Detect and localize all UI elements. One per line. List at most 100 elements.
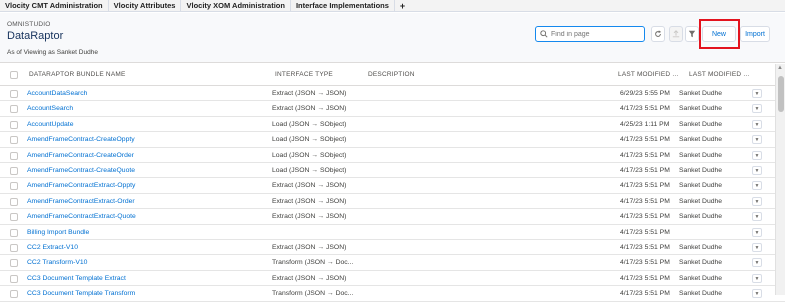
last-modified-cell: 4/25/23 1:11 PM	[620, 120, 670, 128]
last-modified-cell: 4/17/23 5:51 PM	[620, 244, 670, 251]
table-row[interactable]: AmendFrameContractExtract-Oppty Extract (…	[0, 178, 785, 194]
interface-type-cell: Extract (JSON → JSON)	[272, 105, 347, 113]
last-modified-by-cell: Sanket Dudhe	[679, 213, 723, 221]
row-checkbox[interactable]	[10, 244, 18, 252]
last-modified-cell: 4/17/23 5:51 PM	[620, 259, 670, 267]
row-checkbox[interactable]	[10, 213, 18, 222]
vertical-scrollbar[interactable]: ▲	[775, 64, 785, 295]
row-actions-chevron-down-icon[interactable]: ▼	[752, 104, 762, 114]
table-header: DATARAPTOR BUNDLE NAME INTERFACE TYPE DE…	[0, 64, 785, 86]
import-button[interactable]: Import	[740, 26, 770, 42]
table-row[interactable]: AccountUpdate Load (JSON → SObject) 4/25/2…	[0, 117, 785, 133]
row-actions-chevron-down-icon[interactable]: ▼	[752, 289, 762, 299]
last-modified-by-cell: Sanket Dudhe	[679, 151, 723, 159]
tab-vlocity-xom-administration[interactable]: Vlocity XOM Administration	[181, 0, 291, 12]
last-modified-by-cell: Sanket Dudhe	[679, 182, 723, 190]
last-modified-cell: 4/17/23 5:51 PM	[620, 197, 670, 205]
select-all-checkbox[interactable]	[10, 71, 18, 79]
row-checkbox[interactable]	[10, 274, 18, 283]
column-header-last-modified[interactable]: LAST MODIFIED ...	[618, 64, 678, 86]
tab-interface-implementations[interactable]: Interface Implementations	[291, 0, 395, 12]
last-modified-by-cell: Sanket Dudhe	[679, 197, 723, 205]
row-actions-chevron-down-icon[interactable]: ▼	[752, 181, 762, 191]
table-row[interactable]: AmendFrameContract-CreateQuote Load (JSON…	[0, 163, 785, 179]
row-checkbox[interactable]	[10, 197, 18, 206]
bundle-name-link[interactable]: CC2 Extract-V10	[27, 240, 78, 255]
row-actions-chevron-down-icon[interactable]: ▼	[752, 227, 762, 237]
table-row[interactable]: AmendFrameContractExtract-Quote Extract (…	[0, 209, 785, 225]
bundle-name-link[interactable]: AmendFrameContractExtract-Oppty	[27, 178, 135, 193]
refresh-button[interactable]	[651, 26, 665, 42]
row-checkbox[interactable]	[10, 90, 18, 98]
row-actions-chevron-down-icon[interactable]: ▼	[752, 243, 762, 252]
row-actions-chevron-down-icon[interactable]: ▼	[752, 150, 762, 160]
filter-button[interactable]	[685, 26, 699, 42]
column-header-description[interactable]: DESCRIPTION	[368, 64, 415, 86]
bundle-name-link[interactable]: AccountDataSearch	[27, 86, 87, 101]
row-checkbox[interactable]	[10, 290, 18, 299]
last-modified-cell: 4/17/23 5:51 PM	[620, 213, 670, 221]
bundle-name-link[interactable]: CC3 Document Template Extract	[27, 271, 126, 286]
table-row[interactable]: Billing Import Bundle 4/17/23 5:51 PM ▼	[0, 225, 785, 240]
table-row[interactable]: AmendFrameContract-CreateOrder Load (JSON…	[0, 148, 785, 163]
upload-icon	[672, 25, 680, 43]
table-row[interactable]: AmendFrameContract-CreateOppty Load (JSON…	[0, 132, 785, 148]
bundle-name-link[interactable]: AccountSearch	[27, 101, 73, 116]
bundle-name-link[interactable]: CC3 Document Template Transform	[27, 286, 135, 301]
search-box[interactable]	[535, 26, 645, 42]
column-header-last-modified-by[interactable]: LAST MODIFIED ...	[689, 64, 749, 86]
table-row[interactable]: CC2 Transform-V10 Transform (JSON → Doc..…	[0, 255, 785, 271]
row-checkbox[interactable]	[10, 105, 18, 114]
bundle-name-link[interactable]: AmendFrameContract-CreateOppty	[27, 132, 135, 147]
row-checkbox[interactable]	[10, 167, 18, 175]
row-checkbox[interactable]	[10, 151, 18, 160]
last-modified-cell: 4/17/23 5:51 PM	[620, 136, 670, 144]
interface-type-cell: Transform (JSON → Doc...	[272, 290, 354, 298]
bundle-name-link[interactable]: AmendFrameContractExtract-Quote	[27, 209, 136, 224]
row-actions-chevron-down-icon[interactable]: ▼	[752, 196, 762, 206]
search-input[interactable]	[551, 30, 641, 38]
last-modified-by-cell: Sanket Dudhe	[679, 274, 723, 282]
bundle-name-link[interactable]: CC2 Transform-V10	[27, 255, 87, 270]
interface-type-cell: Transform (JSON → Doc...	[272, 259, 354, 267]
bundle-name-link[interactable]: AccountUpdate	[27, 117, 73, 132]
table-row[interactable]: CC3 Document Template Transform Transform…	[0, 286, 785, 302]
bundle-name-link[interactable]: AmendFrameContract-CreateQuote	[27, 163, 135, 178]
add-tab-button[interactable]: +	[395, 0, 410, 12]
bundle-name-link[interactable]: AmendFrameContractExtract-Order	[27, 194, 135, 209]
bundle-name-link[interactable]: AmendFrameContract-CreateOrder	[27, 148, 134, 163]
tab-vlocity-attributes[interactable]: Vlocity Attributes	[109, 0, 182, 12]
last-modified-by-cell: Sanket Dudhe	[679, 120, 723, 128]
row-actions-chevron-down-icon[interactable]: ▼	[752, 119, 762, 129]
interface-type-cell: Extract (JSON → JSON)	[272, 90, 347, 97]
table-row[interactable]: CC2 Extract-V10 Extract (JSON → JSON) 4/17…	[0, 240, 785, 256]
scroll-up-arrow-icon[interactable]: ▲	[777, 65, 783, 71]
row-actions-chevron-down-icon[interactable]: ▼	[752, 89, 762, 98]
last-modified-cell: 4/17/23 5:51 PM	[620, 274, 670, 282]
last-modified-cell: 4/17/23 5:51 PM	[620, 290, 670, 298]
row-actions-chevron-down-icon[interactable]: ▼	[752, 273, 762, 283]
bundle-name-link[interactable]: Billing Import Bundle	[27, 225, 89, 240]
upload-button[interactable]	[669, 26, 683, 42]
row-checkbox[interactable]	[10, 136, 18, 145]
scrollbar-thumb[interactable]	[778, 76, 784, 112]
row-actions-chevron-down-icon[interactable]: ▼	[752, 212, 762, 222]
table-row[interactable]: AccountDataSearch Extract (JSON → JSON) 6/…	[0, 86, 785, 102]
last-modified-cell: 6/29/23 5:55 PM	[620, 90, 670, 97]
table-row[interactable]: AmendFrameContractExtract-Order Extract (…	[0, 194, 785, 210]
row-checkbox[interactable]	[10, 228, 18, 237]
row-checkbox[interactable]	[10, 120, 18, 129]
last-modified-by-cell: Sanket Dudhe	[679, 244, 723, 251]
table-row[interactable]: AccountSearch Extract (JSON → JSON) 4/17/2…	[0, 101, 785, 117]
table-row[interactable]: CC3 Document Template Extract Extract (JS…	[0, 271, 785, 287]
last-modified-by-cell: Sanket Dudhe	[679, 105, 723, 113]
column-header-name[interactable]: DATARAPTOR BUNDLE NAME	[29, 64, 126, 86]
tab-vlocity-cmt-administration[interactable]: Vlocity CMT Administration	[0, 0, 109, 12]
row-actions-chevron-down-icon[interactable]: ▼	[752, 135, 762, 145]
column-header-interface-type[interactable]: INTERFACE TYPE	[275, 64, 333, 86]
row-checkbox[interactable]	[10, 182, 18, 191]
search-icon	[540, 25, 548, 43]
row-actions-chevron-down-icon[interactable]: ▼	[752, 166, 762, 175]
row-actions-chevron-down-icon[interactable]: ▼	[752, 258, 762, 268]
row-checkbox[interactable]	[10, 259, 18, 268]
